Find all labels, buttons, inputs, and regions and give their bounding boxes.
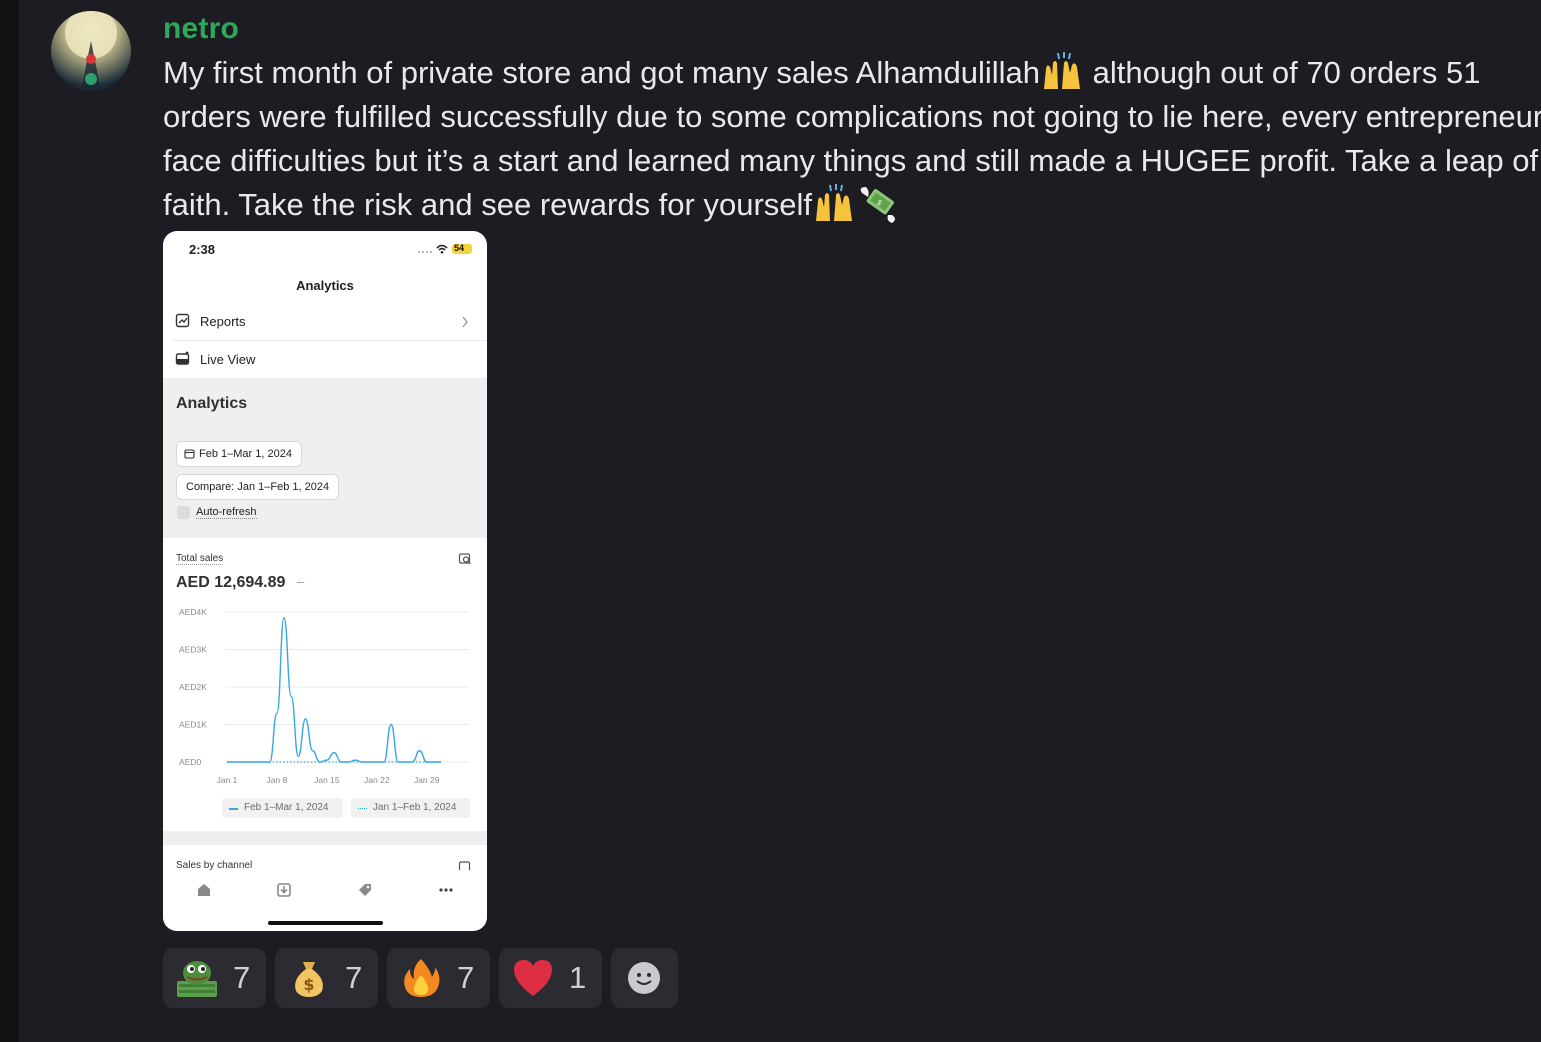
red-heart-icon xyxy=(514,960,552,996)
reaction-pepe[interactable]: 7 xyxy=(163,948,266,1008)
chart-explore-icon[interactable] xyxy=(458,860,472,870)
signal-icon xyxy=(418,251,432,253)
menu-item-live-view[interactable]: Live View xyxy=(163,341,487,377)
message-text: My first month of private store and got … xyxy=(163,51,1541,227)
wifi-icon xyxy=(436,244,448,254)
x-tick-label: Jan 8 xyxy=(267,775,288,785)
y-tick-label: AED4K xyxy=(179,607,207,617)
total-sales-value: AED 12,694.89 xyxy=(176,574,286,591)
message-line-3: face difficulties but it’s a start and l… xyxy=(163,143,1539,178)
auto-refresh-label[interactable]: Auto-refresh xyxy=(196,506,257,519)
nav-title: Analytics xyxy=(296,278,354,293)
legend-swatch-solid xyxy=(229,808,238,810)
total-sales-change: – xyxy=(297,574,305,589)
message-line-2: orders were fulfilled successfully due t… xyxy=(163,99,1541,134)
date-range-button[interactable]: Feb 1–Mar 1, 2024 xyxy=(176,441,302,467)
battery-level: 54 xyxy=(454,243,465,253)
analytics-header: Analytics Feb 1–Mar 1, 2024 Compare: Jan… xyxy=(163,378,487,538)
add-reaction-icon xyxy=(628,962,660,994)
money-bag-icon: $ xyxy=(295,962,323,997)
compare-label: Compare: Jan 1–Feb 1, 2024 xyxy=(186,481,330,493)
analytics-screenshot[interactable]: 2:38 54 Analytics Reports Live View Anal… xyxy=(163,231,487,931)
message-line-4: faith. Take the risk and see rewards for… xyxy=(163,187,813,222)
y-tick-label: AED2K xyxy=(179,682,207,692)
home-icon[interactable] xyxy=(196,882,212,898)
orders-icon[interactable] xyxy=(276,882,292,898)
chevron-right-icon xyxy=(462,316,468,328)
section-gap xyxy=(163,831,487,845)
avatar-icon xyxy=(51,11,131,91)
tab-bar xyxy=(163,870,487,931)
money-with-wings-icon: $ xyxy=(860,187,896,223)
calendar-icon xyxy=(184,449,195,459)
more-icon[interactable] xyxy=(438,882,454,898)
x-tick-label: Jan 22 xyxy=(364,775,390,785)
compare-button[interactable]: Compare: Jan 1–Feb 1, 2024 xyxy=(176,474,340,500)
legend-label: Feb 1–Mar 1, 2024 xyxy=(244,802,329,813)
report-icon xyxy=(175,313,190,328)
svg-text:$: $ xyxy=(303,975,314,994)
total-sales-label[interactable]: Total sales xyxy=(176,553,224,565)
reaction-count: 7 xyxy=(233,960,251,995)
date-range-label: Feb 1–Mar 1, 2024 xyxy=(199,448,292,460)
reaction-heart[interactable]: 1 xyxy=(499,948,602,1008)
reaction-count: 1 xyxy=(569,960,587,995)
auto-refresh-checkbox[interactable] xyxy=(177,506,190,519)
reaction-count: 7 xyxy=(457,960,475,995)
battery-icon: 54 xyxy=(452,243,472,254)
status-time: 2:38 xyxy=(189,242,216,257)
raising-hands-icon xyxy=(1044,52,1081,89)
home-indicator xyxy=(268,921,383,925)
menu-item-label: Reports xyxy=(200,314,246,329)
message-line-1a: My first month of private store and got … xyxy=(163,55,1041,90)
y-tick-label: AED3K xyxy=(179,645,207,655)
x-tick-label: Jan 15 xyxy=(314,775,340,785)
legend-item-current[interactable]: Feb 1–Mar 1, 2024 xyxy=(222,798,343,818)
fire-icon xyxy=(404,959,440,997)
reaction-money-bag[interactable]: $ 7 xyxy=(275,948,378,1008)
user-avatar[interactable] xyxy=(51,11,131,91)
section-title: Analytics xyxy=(176,395,248,412)
x-tick-label: Jan 29 xyxy=(414,775,440,785)
series-line-current xyxy=(227,616,441,763)
y-tick-label: AED1K xyxy=(179,720,207,730)
x-tick-label: Jan 1 xyxy=(217,775,238,785)
products-tag-icon[interactable] xyxy=(357,882,373,898)
reaction-count: 7 xyxy=(345,960,363,995)
legend-swatch-dotted xyxy=(358,808,367,809)
sales-line-chart: AED4K AED3K AED2K AED1K AED0 Jan 1 Jan 8 Jan 15… xyxy=(179,607,469,785)
legend-label: Jan 1–Feb 1, 2024 xyxy=(373,802,457,813)
chart-explore-icon[interactable] xyxy=(458,552,472,566)
live-view-icon xyxy=(175,351,190,365)
y-tick-label: AED0 xyxy=(179,757,201,767)
legend-item-compare[interactable]: Jan 1–Feb 1, 2024 xyxy=(351,798,470,818)
raising-hands-icon xyxy=(816,184,853,221)
pepe-money-icon xyxy=(177,961,217,997)
left-edge xyxy=(0,0,19,1042)
username[interactable]: netro xyxy=(163,12,239,46)
menu-item-reports[interactable]: Reports xyxy=(163,304,487,340)
add-reaction-button[interactable] xyxy=(611,948,678,1008)
reaction-fire[interactable]: 7 xyxy=(387,948,490,1008)
message-line-1b: although out of 70 orders 51 xyxy=(1084,55,1481,90)
menu-item-label: Live View xyxy=(200,352,256,367)
